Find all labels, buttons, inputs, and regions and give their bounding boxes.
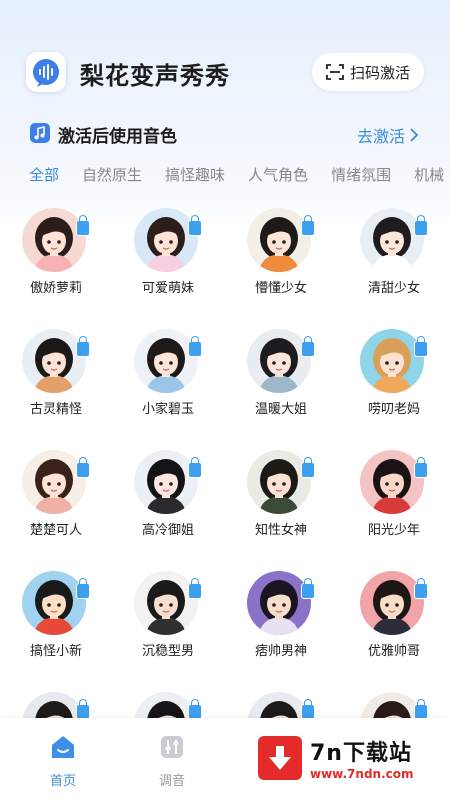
app-title: 梨花变声秀秀 — [80, 62, 230, 90]
app-header: 梨花变声秀秀 扫码激活 — [0, 0, 450, 110]
voice-avatar — [22, 450, 86, 514]
lock-icon — [414, 336, 428, 357]
section-title: 激活后使用音色 — [58, 127, 177, 147]
voice-item[interactable]: 可爱萌妹 — [112, 200, 224, 310]
voice-item[interactable]: 阳光少年 — [338, 442, 450, 552]
lock-icon — [301, 215, 315, 236]
tab-all[interactable]: 全部 — [29, 160, 59, 190]
tab-mood[interactable]: 情绪氛围 — [331, 160, 391, 190]
category-tabs: 全部 自然原生 搞怪趣味 人气角色 情绪氛围 机械 — [0, 160, 450, 190]
voice-avatar — [360, 208, 424, 272]
voice-name: 沉稳型男 — [141, 644, 194, 659]
scan-activate-button[interactable]: 扫码激活 — [312, 53, 424, 91]
voice-avatar — [360, 329, 424, 393]
voice-avatar — [134, 450, 198, 514]
voice-name: 懵懂少女 — [254, 281, 307, 296]
lock-icon — [76, 336, 90, 357]
chevron-right-icon — [410, 128, 419, 142]
lock-icon — [76, 457, 90, 478]
voice-avatar — [134, 571, 198, 635]
voice-item[interactable]: 沉稳型男 — [112, 563, 224, 673]
lock-icon — [414, 578, 428, 599]
lock-icon — [414, 215, 428, 236]
lock-icon — [188, 336, 202, 357]
voice-name: 唠叨老妈 — [367, 402, 420, 417]
music-note-icon — [30, 123, 50, 143]
voice-name: 搞怪小新 — [29, 644, 82, 659]
voice-item[interactable]: 唠叨老妈 — [338, 321, 450, 431]
voice-item[interactable]: 小家碧玉 — [112, 321, 224, 431]
voice-item[interactable]: 古灵精怪 — [0, 321, 112, 431]
voice-avatar — [134, 329, 198, 393]
watermark-brand: 7n下载站 — [310, 741, 412, 766]
lock-icon — [301, 457, 315, 478]
voice-name: 小家碧玉 — [141, 402, 194, 417]
voice-avatar — [247, 329, 311, 393]
go-activate-link[interactable]: 去激活 — [357, 123, 419, 147]
voice-name: 清甜少女 — [367, 281, 420, 296]
nav-home[interactable]: 首页 — [33, 734, 93, 789]
voice-item[interactable]: 搞怪小新 — [0, 563, 112, 673]
lock-icon — [188, 215, 202, 236]
voice-item[interactable]: 清甜少女 — [338, 200, 450, 310]
voice-item[interactable]: 懵懂少女 — [225, 200, 337, 310]
voice-avatar — [247, 208, 311, 272]
voice-name: 知性女神 — [254, 523, 307, 538]
scan-activate-label: 扫码激活 — [349, 63, 410, 82]
app-logo-icon — [26, 52, 66, 92]
voice-avatar — [360, 450, 424, 514]
nav-home-label: 首页 — [49, 774, 76, 789]
voice-name: 温暖大姐 — [254, 402, 307, 417]
voice-name: 楚楚可人 — [29, 523, 82, 538]
tab-mechanical[interactable]: 机械 — [414, 160, 444, 190]
activate-section-bar: 激活后使用音色 去激活 — [0, 118, 450, 150]
voice-avatar — [134, 208, 198, 272]
lock-icon — [301, 336, 315, 357]
voice-item[interactable]: 楚楚可人 — [0, 442, 112, 552]
voice-avatar — [22, 208, 86, 272]
nav-tune[interactable]: 调音 — [142, 734, 202, 789]
nav-tune-label: 调音 — [158, 774, 185, 789]
voice-avatar — [22, 329, 86, 393]
voice-avatar — [247, 571, 311, 635]
voice-avatar — [360, 571, 424, 635]
voice-item[interactable]: 痞帅男神 — [225, 563, 337, 673]
voice-item[interactable]: 傲娇萝莉 — [0, 200, 112, 310]
lock-icon — [301, 578, 315, 599]
equalizer-icon — [161, 736, 183, 758]
voice-name: 高冷御姐 — [141, 523, 194, 538]
lock-icon — [76, 215, 90, 236]
voice-name: 傲娇萝莉 — [29, 281, 82, 296]
lock-icon — [188, 578, 202, 599]
tab-popular-characters[interactable]: 人气角色 — [248, 160, 308, 190]
go-activate-label: 去激活 — [357, 127, 406, 146]
lock-icon — [414, 457, 428, 478]
voice-item[interactable]: 高冷御姐 — [112, 442, 224, 552]
voice-avatar — [22, 571, 86, 635]
voice-item[interactable]: 温暖大姐 — [225, 321, 337, 431]
download-arrow-icon — [258, 736, 302, 780]
lock-icon — [76, 578, 90, 599]
tab-funny[interactable]: 搞怪趣味 — [165, 160, 225, 190]
voice-name: 古灵精怪 — [29, 402, 82, 417]
lock-icon — [188, 457, 202, 478]
voice-name: 可爱萌妹 — [141, 281, 194, 296]
voice-avatar — [247, 450, 311, 514]
watermark-logo: 7n下载站 www.7ndn.com — [258, 728, 444, 788]
watermark-url: www.7ndn.com — [310, 767, 414, 781]
voice-item[interactable]: 优雅帅哥 — [338, 563, 450, 673]
voice-item[interactable]: 知性女神 — [225, 442, 337, 552]
voice-name: 阳光少年 — [367, 523, 420, 538]
home-icon — [52, 736, 74, 758]
scan-icon — [326, 64, 344, 80]
voice-name: 痞帅男神 — [254, 644, 307, 659]
voice-name: 优雅帅哥 — [367, 644, 420, 659]
tab-natural[interactable]: 自然原生 — [82, 160, 142, 190]
